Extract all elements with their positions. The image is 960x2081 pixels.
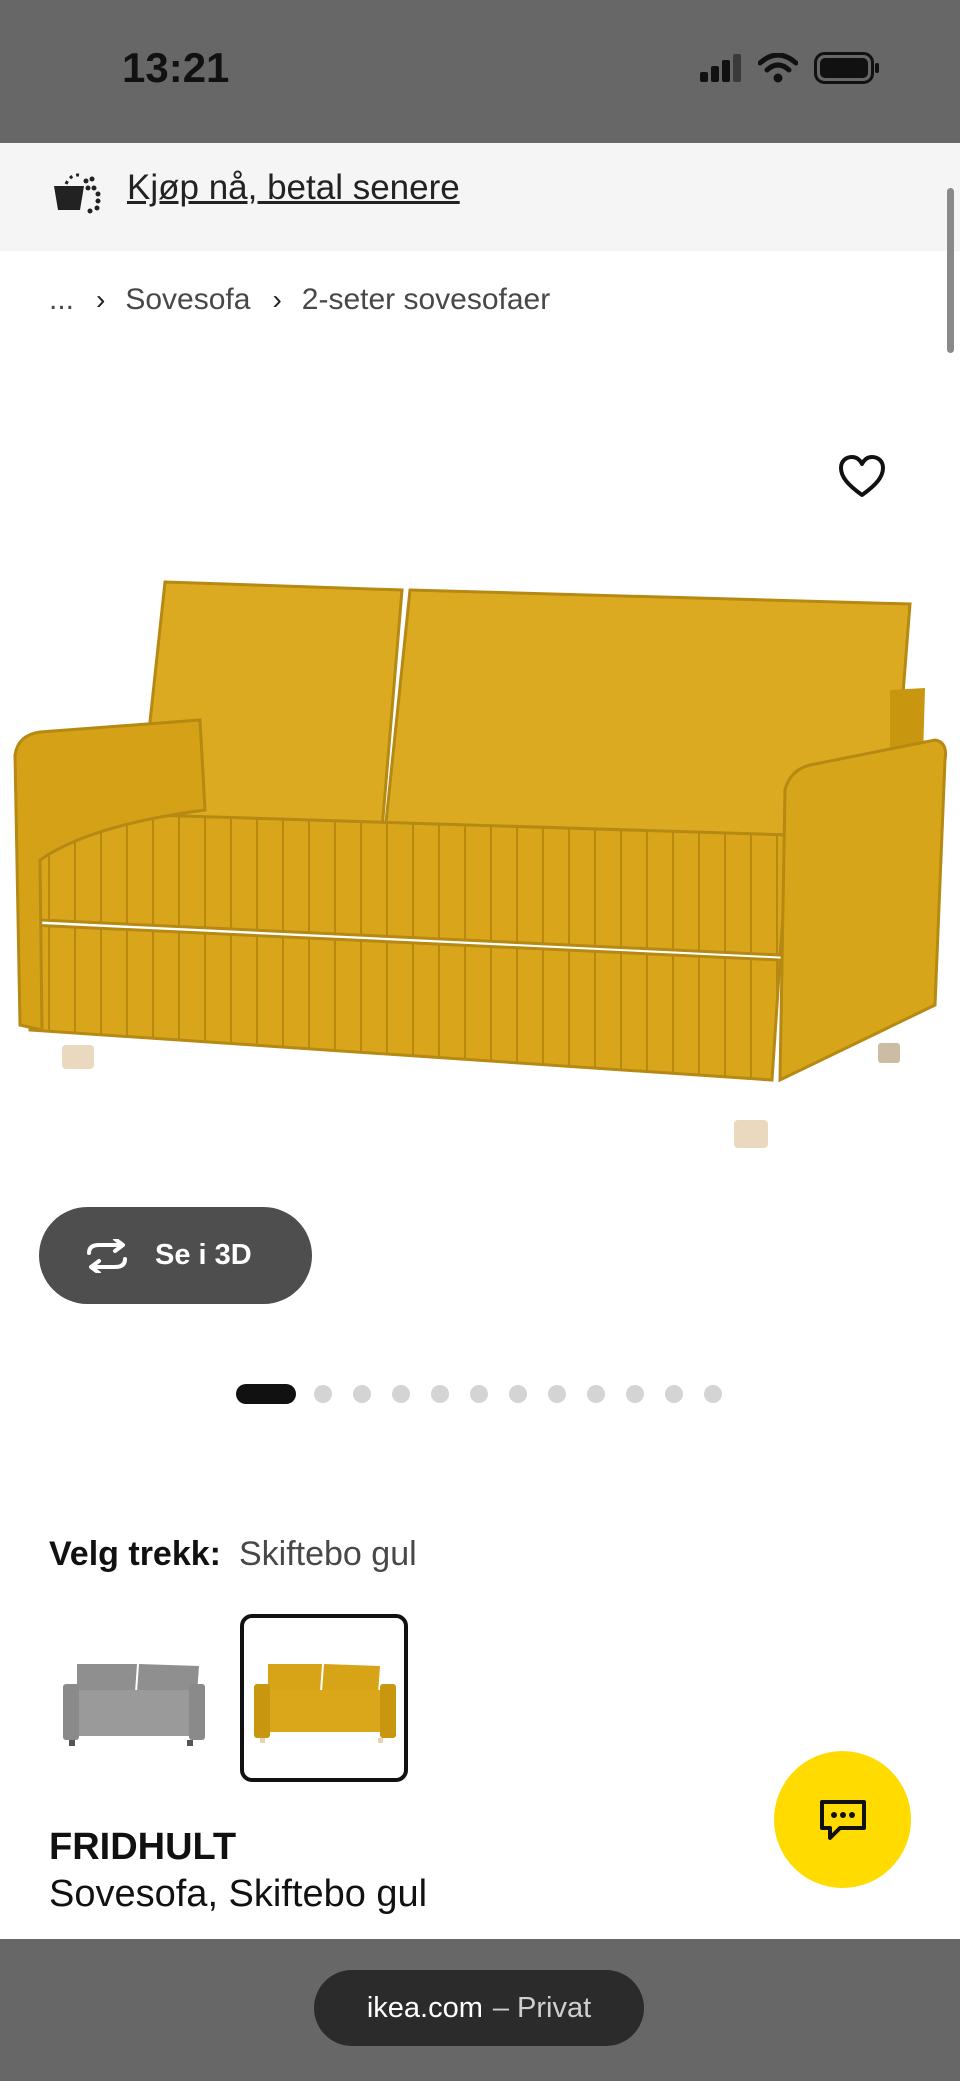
- heart-icon[interactable]: [838, 455, 886, 504]
- carousel-dot[interactable]: [665, 1385, 683, 1403]
- cover-selector-value: Skiftebo gul: [238, 1535, 417, 1573]
- url-domain: ikea.com: [366, 1991, 483, 2024]
- product-name: FRIDHULT: [49, 1826, 237, 1868]
- cover-option-gray[interactable]: [49, 1614, 217, 1782]
- product-description: Sovesofa, Skiftebo gul: [49, 1873, 428, 1915]
- cover-selector-heading: Velg trekk: Skiftebo gul: [49, 1535, 417, 1574]
- breadcrumb-ellipsis[interactable]: ...: [49, 283, 74, 317]
- private-mode-label: – Privat: [492, 1991, 592, 2024]
- carousel-dot-active[interactable]: [236, 1384, 296, 1404]
- breadcrumb-item-2-seter[interactable]: 2-seter sovesofaer: [302, 283, 550, 317]
- status-bar: 13:21: [0, 0, 960, 143]
- wifi-icon: [758, 53, 798, 83]
- view-3d-label: Se i 3D: [155, 1239, 252, 1271]
- image-carousel-dots: [236, 1384, 743, 1404]
- view-3d-button[interactable]: Se i 3D: [39, 1207, 312, 1304]
- cover-selector-label: Velg trekk:: [49, 1535, 221, 1573]
- cover-option-yellow[interactable]: [240, 1614, 408, 1782]
- carousel-dot[interactable]: [314, 1385, 332, 1403]
- bnpl-link[interactable]: Kjøp nå, betal senere: [127, 168, 460, 208]
- chat-icon: [819, 1799, 866, 1840]
- status-icons: [700, 52, 880, 84]
- browser-url-bar[interactable]: ikea.com – Privat: [314, 1970, 644, 2046]
- carousel-dot[interactable]: [509, 1385, 527, 1403]
- breadcrumb-item-sovesofa[interactable]: Sovesofa: [125, 283, 250, 317]
- battery-icon: [814, 52, 879, 84]
- product-image[interactable]: [10, 560, 950, 1165]
- breadcrumb-chevron-icon: ›: [272, 284, 282, 315]
- cellular-signal-icon: [700, 54, 741, 82]
- breadcrumb: ... › Sovesofa › 2-seter sovesofaer: [49, 283, 550, 317]
- carousel-dot[interactable]: [431, 1385, 449, 1403]
- breadcrumb-chevron-icon: ›: [96, 284, 106, 315]
- carousel-dot[interactable]: [392, 1385, 410, 1403]
- carousel-dot[interactable]: [626, 1385, 644, 1403]
- carousel-dot[interactable]: [704, 1385, 722, 1403]
- carousel-dot[interactable]: [353, 1385, 371, 1403]
- status-time: 13:21: [122, 44, 230, 91]
- chat-button[interactable]: [774, 1751, 911, 1888]
- carousel-dot[interactable]: [548, 1385, 566, 1403]
- carousel-dot[interactable]: [470, 1385, 488, 1403]
- rotate-icon: [81, 1238, 133, 1273]
- basket-icon: [52, 172, 102, 219]
- page-scrollbar[interactable]: [947, 188, 954, 353]
- carousel-dot[interactable]: [587, 1385, 605, 1403]
